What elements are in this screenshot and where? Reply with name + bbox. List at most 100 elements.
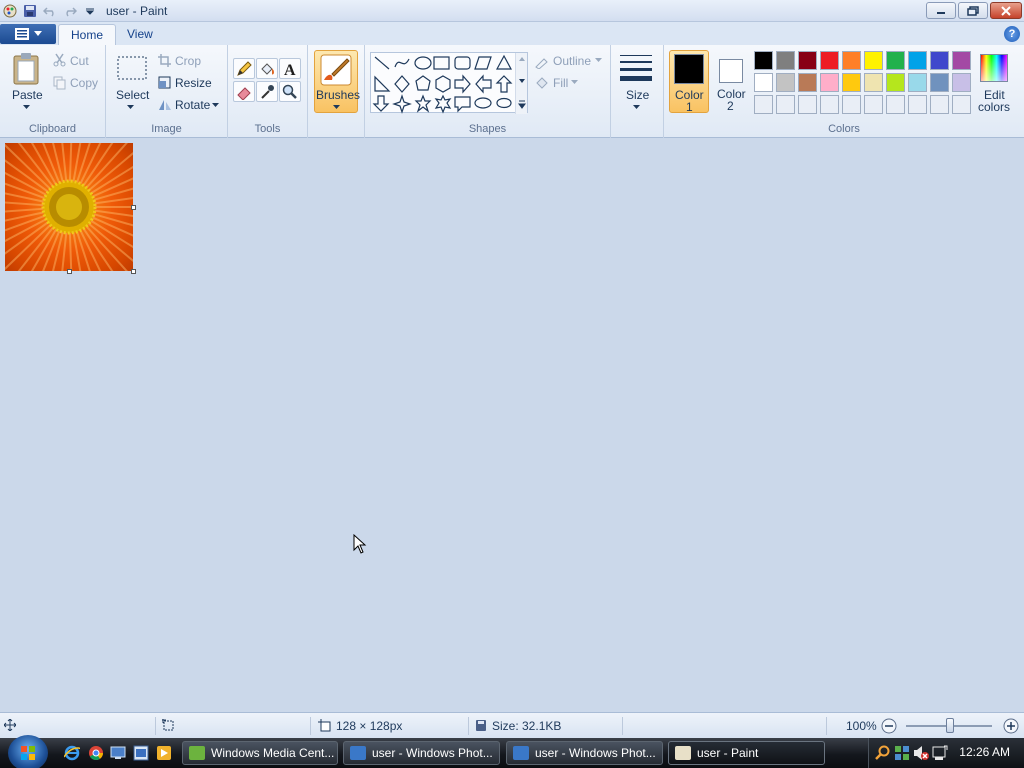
palette-color-swatch[interactable] (952, 51, 971, 70)
customize-qat-dropdown-icon[interactable] (80, 1, 100, 21)
size-icon (620, 55, 652, 81)
show-desktop-icon[interactable] (110, 745, 126, 761)
rotate-icon (159, 100, 171, 110)
palette-color-swatch[interactable] (820, 51, 839, 70)
rotate-button[interactable]: Rotate (175, 98, 210, 112)
palette-color-swatch[interactable] (930, 51, 949, 70)
outline-dropdown-icon[interactable] (595, 58, 602, 63)
taskbar-button[interactable]: user - Windows Phot... (506, 741, 663, 765)
select-button[interactable]: Select (116, 88, 149, 102)
palette-color-swatch[interactable] (798, 73, 817, 92)
search-icon[interactable] (875, 745, 891, 761)
tab-view[interactable]: View (115, 24, 165, 45)
fill-tool-button[interactable] (256, 58, 278, 79)
clock[interactable]: 12:26 AM (959, 745, 1010, 759)
resize-handle-bottom[interactable] (67, 269, 72, 274)
palette-color-swatch[interactable] (952, 73, 971, 92)
palette-color-swatch[interactable] (776, 51, 795, 70)
shapes-gallery-icons[interactable] (371, 53, 529, 114)
tab-home[interactable]: Home (58, 24, 117, 45)
palette-color-swatch[interactable] (864, 51, 883, 70)
palette-color-swatch[interactable] (798, 51, 817, 70)
redo-icon[interactable] (60, 1, 80, 21)
fill-dropdown-icon[interactable] (571, 80, 578, 85)
file-size-text: Size: 32.1KB (492, 719, 562, 733)
paint-app-icon[interactable] (0, 1, 20, 21)
palette-custom-empty-swatch[interactable] (908, 95, 927, 114)
start-button[interactable] (8, 735, 48, 768)
magnifier-tool-button[interactable] (279, 81, 301, 102)
taskbar-button-label: user - Windows Phot... (372, 746, 493, 760)
cut-button[interactable]: Cut (70, 54, 89, 68)
fill-button[interactable]: Fill (553, 76, 568, 90)
chrome-icon[interactable] (88, 745, 104, 761)
taskbar-button[interactable]: user - Windows Phot... (343, 741, 500, 765)
paste-dropdown-icon[interactable] (23, 105, 30, 110)
eraser-tool-button[interactable] (233, 81, 255, 102)
save-icon[interactable] (20, 1, 40, 21)
resize-button[interactable]: Resize (175, 76, 212, 90)
brushes-group (308, 45, 365, 138)
paste-button[interactable]: Paste (12, 88, 43, 102)
select-icon[interactable] (116, 55, 148, 81)
palette-color-swatch[interactable] (908, 51, 927, 70)
network-icon[interactable] (894, 745, 910, 761)
internet-explorer-icon[interactable] (64, 745, 80, 761)
palette-color-swatch[interactable] (754, 51, 773, 70)
color2-button[interactable]: Color 2 (712, 50, 752, 113)
palette-custom-empty-swatch[interactable] (776, 95, 795, 114)
switch-windows-icon[interactable] (133, 745, 149, 761)
edit-colors-button[interactable]: Edit colors (975, 50, 1015, 116)
color1-button[interactable]: Color 1 (669, 50, 709, 114)
text-tool-button[interactable]: A (279, 58, 301, 79)
shapes-scrollbar[interactable] (515, 53, 527, 114)
application-menu-button[interactable] (0, 24, 56, 44)
palette-custom-empty-swatch[interactable] (930, 95, 949, 114)
palette-custom-empty-swatch[interactable] (820, 95, 839, 114)
taskbar-button[interactable]: user - Paint (668, 741, 825, 765)
media-player-icon[interactable] (156, 745, 172, 761)
zoom-in-icon[interactable] (1003, 718, 1019, 734)
paste-icon[interactable] (10, 51, 44, 87)
palette-custom-empty-swatch[interactable] (864, 95, 883, 114)
zoom-out-icon[interactable] (881, 718, 897, 734)
palette-custom-empty-swatch[interactable] (798, 95, 817, 114)
canvas-image[interactable] (5, 143, 133, 271)
help-icon[interactable]: ? (1004, 26, 1020, 42)
palette-custom-empty-swatch[interactable] (754, 95, 773, 114)
palette-custom-empty-swatch[interactable] (886, 95, 905, 114)
palette-color-swatch[interactable] (886, 51, 905, 70)
palette-custom-empty-swatch[interactable] (842, 95, 861, 114)
window-title: user - Paint (106, 3, 168, 18)
pencil-tool-button[interactable] (233, 58, 255, 79)
color-picker-tool-button[interactable] (256, 81, 278, 102)
palette-color-swatch[interactable] (886, 73, 905, 92)
size-group[interactable]: Size (611, 45, 664, 138)
palette-color-swatch[interactable] (930, 73, 949, 92)
palette-color-swatch[interactable] (908, 73, 927, 92)
magnifier-icon (282, 84, 297, 99)
minimize-button[interactable] (926, 2, 956, 19)
resize-handle-right[interactable] (131, 205, 136, 210)
crop-button[interactable]: Crop (175, 54, 201, 68)
volume-muted-icon[interactable] (913, 745, 929, 761)
palette-color-swatch[interactable] (842, 73, 861, 92)
outline-button[interactable]: Outline (553, 54, 591, 68)
palette-color-swatch[interactable] (776, 73, 795, 92)
zoom-slider-thumb[interactable] (946, 718, 954, 733)
action-center-icon[interactable] (932, 745, 948, 761)
resize-handle-corner[interactable] (131, 269, 136, 274)
close-button[interactable] (990, 2, 1022, 19)
copy-button[interactable]: Copy (70, 76, 98, 90)
palette-color-swatch[interactable] (842, 51, 861, 70)
palette-custom-empty-swatch[interactable] (952, 95, 971, 114)
palette-color-swatch[interactable] (864, 73, 883, 92)
undo-icon[interactable] (40, 1, 60, 21)
palette-color-swatch[interactable] (754, 73, 773, 92)
canvas-area[interactable] (0, 138, 1024, 712)
taskbar-button[interactable]: Windows Media Cent... (182, 741, 338, 765)
palette-color-swatch[interactable] (820, 73, 839, 92)
rotate-dropdown-icon[interactable] (212, 103, 219, 108)
select-dropdown-icon[interactable] (127, 105, 134, 110)
restore-button[interactable] (958, 2, 988, 19)
